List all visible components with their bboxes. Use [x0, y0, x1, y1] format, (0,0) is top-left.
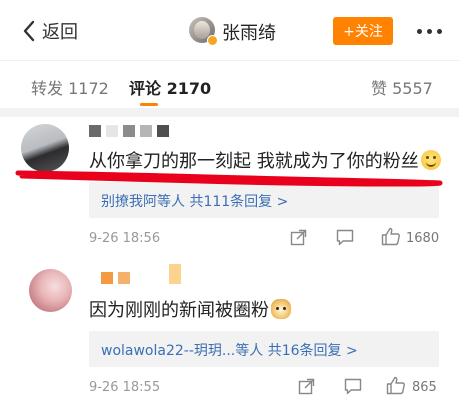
redacted-block [101, 272, 113, 284]
smile-emoji-icon [420, 150, 441, 170]
tab-comments[interactable]: 评论 2170 [129, 75, 211, 99]
reply-count-link[interactable]: 共111条回复 > [189, 194, 288, 210]
commenter-avatar[interactable] [29, 269, 72, 312]
tab-likes[interactable]: 赞 5557 [371, 75, 433, 99]
profile-avatar[interactable] [189, 17, 218, 46]
reply-preview[interactable]: 别撩我阿等人 共111条回复 > [89, 182, 439, 218]
active-tab-indicator [140, 103, 158, 106]
more-options-icon[interactable] [417, 29, 442, 34]
chevron-left-icon [23, 20, 35, 42]
comment-body: 因为刚刚的新闻被圈粉 [89, 300, 269, 321]
commenter-avatar[interactable] [21, 124, 69, 172]
comment-icon[interactable] [336, 229, 354, 246]
top-nav-bar: 返回 张雨绮 +关注 [0, 0, 459, 60]
follow-button[interactable]: +关注 [333, 17, 393, 45]
comment-text: 从你拿刀的那一刻起 我就成为了你的粉丝 [89, 147, 441, 173]
comment-text: 因为刚刚的新闻被圈粉 [89, 296, 291, 322]
reply-summary: 别撩我阿等人 共111条回复 > [101, 191, 288, 211]
comment-timestamp: 9-26 18:55 [89, 380, 161, 395]
share-icon[interactable] [290, 229, 307, 246]
verified-badge-icon [207, 35, 218, 46]
tab-label: 转发 [31, 79, 64, 98]
redacted-block [135, 272, 147, 284]
share-icon[interactable] [298, 378, 315, 395]
comment-timestamp: 9-26 18:56 [89, 231, 161, 246]
comment-icon[interactable] [344, 378, 362, 395]
tab-count: 1172 [68, 79, 109, 98]
redacted-block [118, 272, 130, 284]
like-count: 1680 [406, 231, 440, 246]
profile-username[interactable]: 张雨绮 [222, 19, 276, 45]
tab-count: 5557 [392, 79, 433, 98]
reply-preview[interactable]: wolawola22--玥玥...等人 共16条回复 > [89, 331, 439, 367]
weibo-comment-screen: 返回 张雨绮 +关注 转发 1172 评论 2170 赞 5557 从你拿刀的那… [0, 0, 459, 412]
doge-emoji-icon [271, 299, 291, 319]
redacted-block [123, 125, 135, 137]
feedback-tabs: 转发 1172 评论 2170 赞 5557 [0, 60, 459, 108]
like-count: 865 [412, 380, 437, 395]
back-label: 返回 [42, 22, 78, 43]
commenter-name-redacted[interactable] [101, 264, 181, 284]
redacted-block [169, 264, 181, 284]
reply-count-link[interactable]: 共16条回复 > [268, 343, 358, 359]
back-button[interactable]: 返回 [22, 18, 78, 44]
reply-users[interactable]: wolawola22--玥玥...等人 [101, 343, 263, 359]
tab-reposts[interactable]: 转发 1172 [31, 75, 109, 99]
redacted-block [89, 125, 101, 137]
comment-body: 从你拿刀的那一刻起 我就成为了你的粉丝 [89, 151, 419, 172]
redacted-block [152, 272, 164, 284]
commenter-name-redacted[interactable] [89, 125, 169, 137]
tab-label: 赞 [371, 79, 388, 98]
section-divider [0, 108, 459, 117]
like-thumb-icon[interactable] [386, 376, 406, 395]
more-dot [427, 29, 432, 34]
reply-users[interactable]: 别撩我阿等人 [101, 194, 185, 210]
tab-label: 评论 [129, 79, 162, 98]
tab-count: 2170 [166, 79, 212, 98]
reply-summary: wolawola22--玥玥...等人 共16条回复 > [101, 340, 358, 360]
more-dot [417, 29, 422, 34]
like-thumb-icon[interactable] [381, 227, 401, 246]
redacted-block [157, 125, 169, 137]
redacted-block [140, 125, 152, 137]
redacted-block [106, 125, 118, 137]
more-dot [437, 29, 442, 34]
